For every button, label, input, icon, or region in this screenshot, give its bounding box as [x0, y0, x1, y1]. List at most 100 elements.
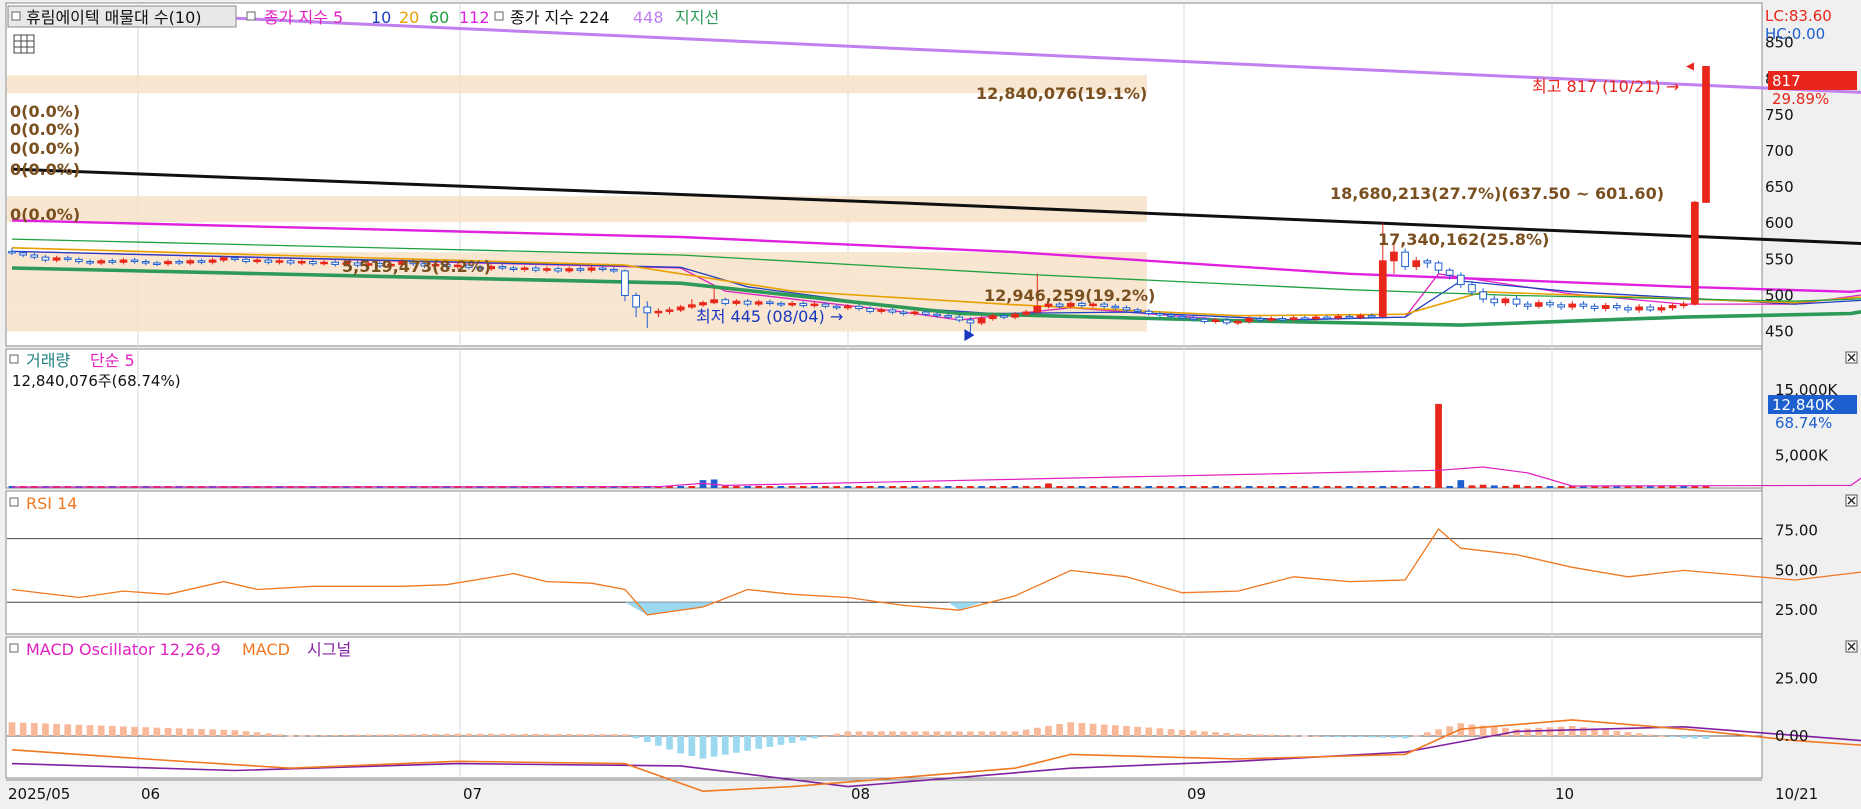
candle-body — [754, 301, 763, 305]
candle-body — [1557, 304, 1565, 308]
close-rsi-panel-icon[interactable] — [1845, 494, 1858, 507]
volume-bar — [1502, 486, 1509, 488]
volume-bar — [1000, 486, 1008, 488]
candle-body — [30, 254, 39, 258]
volume-bar — [1189, 486, 1197, 488]
candle-body — [1624, 307, 1632, 311]
macd-oscillator-bar — [1323, 736, 1331, 737]
macd-toggle-icon[interactable] — [9, 643, 19, 653]
macd-oscillator-bar — [1134, 726, 1141, 736]
candle-body — [1534, 302, 1543, 307]
table-icon[interactable] — [13, 34, 35, 54]
volume-bar — [1056, 486, 1063, 488]
ma224-toggle-icon[interactable] — [494, 11, 504, 21]
macd-label: MACD — [242, 640, 290, 659]
candle-body — [1356, 315, 1365, 318]
candle-body — [1691, 201, 1699, 305]
close-volume-panel-icon[interactable] — [1845, 351, 1858, 364]
series-toggle-icon[interactable] — [11, 11, 21, 21]
macd-oscillator-bar — [643, 736, 651, 742]
macd-oscillator-bar — [1256, 734, 1264, 736]
macd-oscillator-bar — [97, 725, 105, 736]
macd-oscillator-bar — [1234, 733, 1242, 736]
x-tick-label: 06 — [141, 785, 160, 803]
volume-bar — [1022, 486, 1030, 488]
volume-bar — [1424, 486, 1431, 488]
volume-bar — [1134, 486, 1141, 488]
volume-bar — [766, 486, 774, 488]
macd-oscillator-bar — [1557, 726, 1565, 736]
candle-body — [8, 250, 16, 254]
stock-title[interactable]: 휴림에이텍 매물대 수(10) — [26, 8, 202, 27]
macd-oscillator-bar — [499, 733, 506, 736]
candle-body — [710, 299, 718, 304]
candle-body — [1178, 315, 1187, 319]
volume-bar — [1479, 484, 1487, 488]
macd-oscillator-bar — [1022, 729, 1030, 736]
ma224-label[interactable]: 종가 지수 224 — [510, 8, 610, 27]
candle-body — [1568, 303, 1577, 308]
volume-bar — [755, 486, 763, 488]
candle-body — [309, 261, 317, 265]
macd-oscillator-bar — [8, 722, 16, 736]
candle-body — [130, 259, 139, 263]
candle-body — [1245, 318, 1253, 322]
candle-body — [1434, 262, 1443, 271]
macd-oscillator-bar — [933, 731, 941, 736]
macd-oscillator-bar — [331, 734, 339, 736]
candle-body — [899, 311, 908, 315]
close-macd-panel-icon[interactable] — [1845, 640, 1858, 653]
candle-body — [910, 311, 919, 315]
volume-bar — [911, 486, 919, 488]
macd-oscillator-bar — [766, 736, 774, 747]
volume-bar — [788, 486, 796, 488]
volume-bar — [877, 486, 885, 488]
macd-oscillator-bar — [900, 731, 907, 736]
macd-oscillator-bar — [175, 728, 183, 736]
last-change: 29.89% — [1772, 90, 1829, 108]
candle-body — [1657, 307, 1666, 311]
volume-panel[interactable] — [5, 348, 1763, 489]
volume-bar — [889, 486, 896, 488]
volume-bar — [1446, 486, 1454, 488]
macd-oscillator-bar — [1301, 735, 1309, 737]
candle-body — [1189, 317, 1198, 320]
macd-oscillator-bar — [1067, 722, 1075, 736]
macd-oscillator-bar — [978, 731, 985, 736]
zero-label: 0(0.0%) — [10, 139, 80, 158]
volume-bar — [989, 486, 997, 488]
macd-oscillator-bar — [42, 723, 49, 736]
lc-label: LC:83.60 — [1765, 7, 1832, 25]
ma-toggle-icon[interactable] — [246, 11, 256, 21]
volume-bar — [844, 486, 852, 488]
macd-oscillator-bar — [1602, 729, 1610, 736]
macd-oscillator-bar — [242, 731, 250, 736]
volume-toggle-icon[interactable] — [9, 354, 19, 364]
candle-body — [665, 309, 674, 312]
volume-bar — [1223, 486, 1231, 488]
volume-bar — [955, 486, 963, 488]
candle-body — [587, 267, 596, 271]
band-label: 12,946,259(19.2%) — [984, 286, 1155, 305]
macd-oscillator-bar — [342, 734, 350, 736]
macd-oscillator-bar — [1078, 722, 1086, 736]
chart-canvas[interactable]: 4505005506006507007508008505,000K15,000K… — [0, 0, 1861, 805]
ma-label[interactable]: 종가 지수 5 — [264, 8, 343, 27]
volume-bar — [1457, 480, 1465, 488]
volume-bar — [1557, 486, 1565, 488]
volume-bar — [1490, 485, 1498, 488]
last-price: 817 — [1772, 72, 1801, 90]
macd-oscillator-bar — [1524, 728, 1532, 736]
volume-bar — [1078, 486, 1086, 488]
rsi-toggle-icon[interactable] — [9, 497, 19, 507]
candle-body — [1011, 313, 1019, 318]
candle-body — [41, 256, 50, 261]
candle-body — [799, 302, 808, 307]
rsi-panel[interactable] — [5, 490, 1763, 635]
volume-bar — [1011, 486, 1019, 488]
volume-bar — [866, 486, 874, 488]
macd-oscillator-bar — [1646, 734, 1654, 736]
macd-oscillator-bar — [1412, 735, 1420, 737]
macd-oscillator-bar — [755, 736, 763, 749]
candle-body — [609, 268, 618, 272]
